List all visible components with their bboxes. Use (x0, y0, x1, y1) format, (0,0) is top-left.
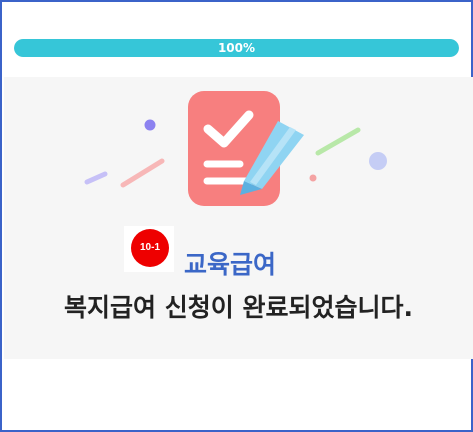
progress-label: 100% (217, 41, 256, 55)
completion-window: 100% 10-1 교육급여 복지급여 신청이 완료되었습니다. (0, 0, 473, 432)
completion-message: 복지급여 신청이 완료되었습니다. (64, 293, 413, 322)
checklist-pencil-icon (84, 91, 387, 206)
benefit-title: 교육급여 (184, 250, 277, 279)
step-badge: 10-1 (124, 226, 174, 272)
step-badge-label: 10-1 (131, 229, 169, 267)
progress-bar: 100% (14, 39, 459, 57)
